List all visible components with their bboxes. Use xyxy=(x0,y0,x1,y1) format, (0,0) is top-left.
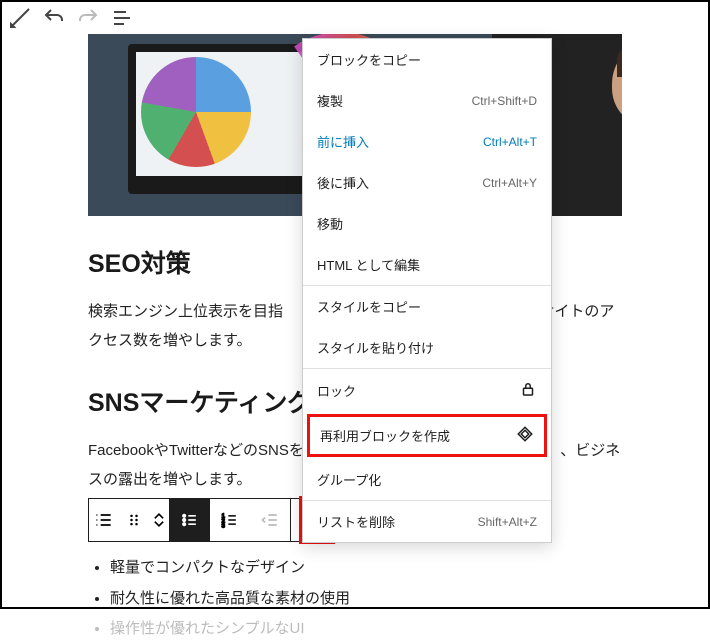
menu-insert-before[interactable]: 前に挿入 Ctrl+Alt+T xyxy=(303,121,551,162)
document-outline-button[interactable] xyxy=(110,6,134,30)
svg-text:3: 3 xyxy=(222,524,225,530)
menu-label: リストを削除 xyxy=(317,512,395,531)
text-fragment: FacebookやTwitterなどのSNSを xyxy=(88,442,304,459)
redo-button[interactable] xyxy=(76,6,100,30)
menu-duplicate[interactable]: 複製 Ctrl+Shift+D xyxy=(303,80,551,121)
shortcut-text: Ctrl+Alt+Y xyxy=(482,176,537,190)
ordered-list-button[interactable]: 123 xyxy=(210,499,250,541)
move-updown[interactable] xyxy=(149,499,169,541)
undo-button[interactable] xyxy=(42,6,66,30)
pie-chart-graphic xyxy=(141,57,251,167)
menu-paste-style[interactable]: スタイルを貼り付け xyxy=(303,327,551,368)
menu-remove-list[interactable]: リストを削除 Shift+Alt+Z xyxy=(303,501,551,542)
menu-label: 前に挿入 xyxy=(317,132,369,151)
menu-create-reusable-block[interactable]: 再利用ブロックを作成 xyxy=(307,414,547,457)
lock-icon xyxy=(519,380,537,401)
menu-lock[interactable]: ロック xyxy=(303,369,551,412)
menu-label: 移動 xyxy=(317,214,343,233)
menu-label: ロック xyxy=(317,381,356,400)
menu-label: ブロックをコピー xyxy=(317,50,421,69)
editor-top-toolbar xyxy=(2,2,708,34)
menu-group[interactable]: グループ化 xyxy=(303,459,551,500)
menu-label: HTML として編集 xyxy=(317,255,420,274)
dropdown-section: ブロックをコピー 複製 Ctrl+Shift+D 前に挿入 Ctrl+Alt+T… xyxy=(303,39,551,285)
menu-label: スタイルをコピー xyxy=(317,297,421,316)
menu-insert-after[interactable]: 後に挿入 Ctrl+Alt+Y xyxy=(303,162,551,203)
menu-move[interactable]: 移動 xyxy=(303,203,551,244)
menu-label: スタイルを貼り付け xyxy=(317,338,434,357)
block-options-dropdown: ブロックをコピー 複製 Ctrl+Shift+D 前に挿入 Ctrl+Alt+T… xyxy=(302,38,552,543)
block-toolbar: 123 xyxy=(88,498,322,542)
shortcut-text: Ctrl+Alt+T xyxy=(483,135,537,149)
dropdown-section: スタイルをコピー スタイルを貼り付け xyxy=(303,285,551,368)
shortcut-text: Ctrl+Shift+D xyxy=(472,94,537,108)
menu-edit-html[interactable]: HTML として編集 xyxy=(303,244,551,285)
dropdown-section: リストを削除 Shift+Alt+Z xyxy=(303,500,551,542)
text-fragment: 検索エンジン上位表示を目指 xyxy=(88,303,283,320)
menu-label: 後に挿入 xyxy=(317,173,369,192)
bullet-list-button[interactable] xyxy=(170,499,210,541)
feature-list[interactable]: 軽量でコンパクトなデザイン 耐久性に優れた高品質な素材の使用 操作性が優れたシン… xyxy=(88,554,622,644)
outdent-button[interactable] xyxy=(250,499,290,541)
menu-label: 再利用ブロックを作成 xyxy=(320,426,450,445)
menu-copy-style[interactable]: スタイルをコピー xyxy=(303,286,551,327)
menu-copy-block[interactable]: ブロックをコピー xyxy=(303,39,551,80)
list-item[interactable]: 操作性が優れたシンプルなUI xyxy=(110,615,622,644)
draw-tool-button[interactable] xyxy=(8,6,32,30)
dropdown-section: ロック 再利用ブロックを作成 グループ化 xyxy=(303,368,551,500)
shortcut-text: Shift+Alt+Z xyxy=(478,515,537,529)
menu-label: グループ化 xyxy=(317,470,381,489)
list-item[interactable]: 軽量でコンパクトなデザイン xyxy=(110,554,622,583)
drag-handle[interactable] xyxy=(119,499,149,541)
reusable-icon xyxy=(516,425,534,446)
menu-label: 複製 xyxy=(317,91,343,110)
list-block-icon[interactable] xyxy=(89,499,119,541)
